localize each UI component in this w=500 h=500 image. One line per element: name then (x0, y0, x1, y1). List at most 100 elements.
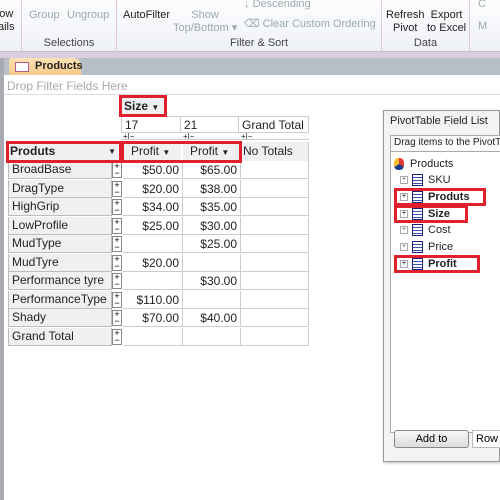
value-cell-17[interactable] (123, 327, 183, 346)
expand-collapse-icon[interactable]: + − (112, 180, 122, 197)
value-cell-total[interactable] (241, 327, 309, 346)
field-item[interactable]: + Cost (400, 222, 451, 238)
value-cell-17[interactable]: $34.00 (123, 198, 183, 216)
expand-total-icon[interactable]: +|− (241, 133, 252, 139)
tree-root-products[interactable]: Products (394, 156, 453, 172)
value-cell-total[interactable] (241, 272, 309, 290)
value-cell-total[interactable] (241, 198, 309, 216)
expand-icon[interactable]: + (400, 226, 408, 235)
expand-icon[interactable]: + (400, 260, 408, 269)
pivot-form-icon (15, 62, 29, 72)
expand-collapse-icon[interactable]: + − (112, 310, 122, 326)
value-cell-17[interactable]: $20.00 (123, 253, 183, 272)
show-top-bottom-button[interactable]: Show Top/Bottom ▾ (173, 9, 237, 35)
value-cell-21[interactable] (183, 253, 241, 272)
field-item[interactable]: + Size (400, 206, 450, 222)
expand-collapse-icon[interactable]: + − (112, 328, 122, 345)
value-cell-17[interactable]: $20.00 (123, 179, 183, 198)
expand-icon[interactable]: + (400, 176, 408, 185)
value-cell-total[interactable] (241, 161, 309, 179)
clear-custom-ordering-button[interactable]: ⌫ Clear Custom Ordering (244, 18, 376, 31)
export-to-excel-line1: Export (430, 9, 463, 21)
value-cell-21[interactable]: $35.00 (183, 198, 241, 216)
row-label[interactable]: BroadBase (8, 161, 112, 179)
field-item[interactable]: + SKU (400, 172, 451, 188)
value-cell-21[interactable]: $65.00 (183, 161, 241, 179)
ribbon-partial-right-item2[interactable]: M (478, 20, 487, 33)
column-item-21[interactable]: 21 (181, 116, 239, 133)
field-tree: Products + SKU + Produts + Size + Cost + Price + Pr… (390, 151, 500, 433)
row-label[interactable]: PerformanceType (8, 290, 112, 309)
expand-collapse-icon[interactable]: + − (112, 199, 122, 215)
autofilter-button[interactable]: AutoFilter (123, 9, 170, 22)
sort-descending-icon: ↓ (244, 0, 250, 10)
value-cell-21[interactable]: $30.00 (183, 272, 241, 290)
row-label[interactable]: MudType (8, 235, 112, 253)
expand-icon[interactable]: + (400, 209, 408, 218)
value-cell-total[interactable] (241, 216, 309, 235)
value-cell-total[interactable] (241, 290, 309, 309)
value-cell-21[interactable] (183, 327, 241, 346)
expand-icon[interactable]: + (400, 243, 408, 252)
value-cell-21[interactable]: $40.00 (183, 309, 241, 327)
value-cell-21[interactable]: $30.00 (183, 216, 241, 235)
expand-collapse-icon[interactable]: + − (112, 273, 122, 289)
field-item-label: Size (428, 207, 451, 220)
field-item[interactable]: + Produts (400, 189, 470, 205)
value-cell-21[interactable] (183, 290, 241, 309)
descending-button[interactable]: ↓ Descending (244, 0, 311, 11)
data-field-profit-21[interactable]: Profit ▼ (183, 142, 240, 161)
value-cell-total[interactable] (241, 235, 309, 253)
show-details-button[interactable]: ow ails (0, 8, 15, 34)
filter-drop-zone[interactable]: Drop Filter Fields Here (4, 75, 500, 95)
ungroup-button[interactable]: Ungroup (67, 9, 109, 22)
no-totals-cell[interactable]: No Totals (240, 142, 309, 161)
refresh-pivot-button[interactable]: Refresh Pivot (386, 9, 425, 35)
expand-collapse-icon[interactable]: + − (112, 217, 122, 234)
tree-root-label: Products (410, 158, 454, 170)
descending-label: Descending (252, 0, 311, 10)
expand-icon[interactable]: + (400, 192, 408, 201)
ribbon: ow ails Group Ungroup Selections AutoFilt… (0, 0, 500, 52)
expand-collapse-icon[interactable]: + − (112, 162, 122, 178)
expand-collapse-icon[interactable]: + − (112, 254, 122, 271)
field-icon (412, 174, 423, 187)
field-item[interactable]: + Price (400, 239, 453, 255)
data-field-profit-17[interactable]: Profit ▼ (123, 142, 181, 161)
row-label[interactable]: Grand Total (8, 327, 112, 346)
value-cell-17[interactable]: $50.00 (123, 161, 183, 179)
field-icon (412, 207, 423, 220)
group-button[interactable]: Group (29, 9, 60, 22)
value-cell-total[interactable] (241, 253, 309, 272)
field-item[interactable]: + Profit (400, 256, 457, 272)
row-label[interactable]: Performance tyre (8, 272, 112, 290)
area-select[interactable]: Row Area (472, 430, 500, 448)
value-cell-17[interactable]: $25.00 (123, 216, 183, 235)
value-cell-17[interactable] (123, 235, 183, 253)
value-cell-21[interactable]: $25.00 (183, 235, 241, 253)
value-cell-17[interactable]: $110.00 (123, 290, 183, 309)
expand-collapse-icon[interactable]: + − (112, 236, 122, 252)
column-field-size[interactable]: Size ▼ (121, 97, 165, 115)
expand-collapse-icon[interactable]: + − (112, 291, 122, 308)
document-tab-products[interactable]: Products (9, 58, 83, 75)
row-label[interactable]: MudTyre (8, 253, 112, 272)
value-cell-total[interactable] (241, 309, 309, 327)
value-cell-total[interactable] (241, 179, 309, 198)
ribbon-partial-right-item1[interactable]: C (478, 0, 486, 11)
value-cell-17[interactable]: $70.00 (123, 309, 183, 327)
value-cell-21[interactable]: $38.00 (183, 179, 241, 198)
row-label[interactable]: HighGrip (8, 198, 112, 216)
value-cell-17[interactable] (123, 272, 183, 290)
eraser-icon: ⌫ (244, 18, 260, 30)
row-label[interactable]: Shady (8, 309, 112, 327)
grand-total-column-header[interactable]: Grand Total (239, 116, 309, 133)
row-label[interactable]: LowProfile (8, 216, 112, 235)
column-item-17[interactable]: 17 (121, 116, 181, 133)
row-field-produts[interactable]: Produts ▼ (8, 142, 120, 161)
expand-17-icon[interactable]: +|− (123, 133, 134, 139)
expand-21-icon[interactable]: +|− (183, 133, 194, 139)
row-label[interactable]: DragType (8, 179, 112, 198)
export-to-excel-button[interactable]: Export to Excel (427, 9, 466, 35)
add-to-button[interactable]: Add to (394, 430, 469, 448)
